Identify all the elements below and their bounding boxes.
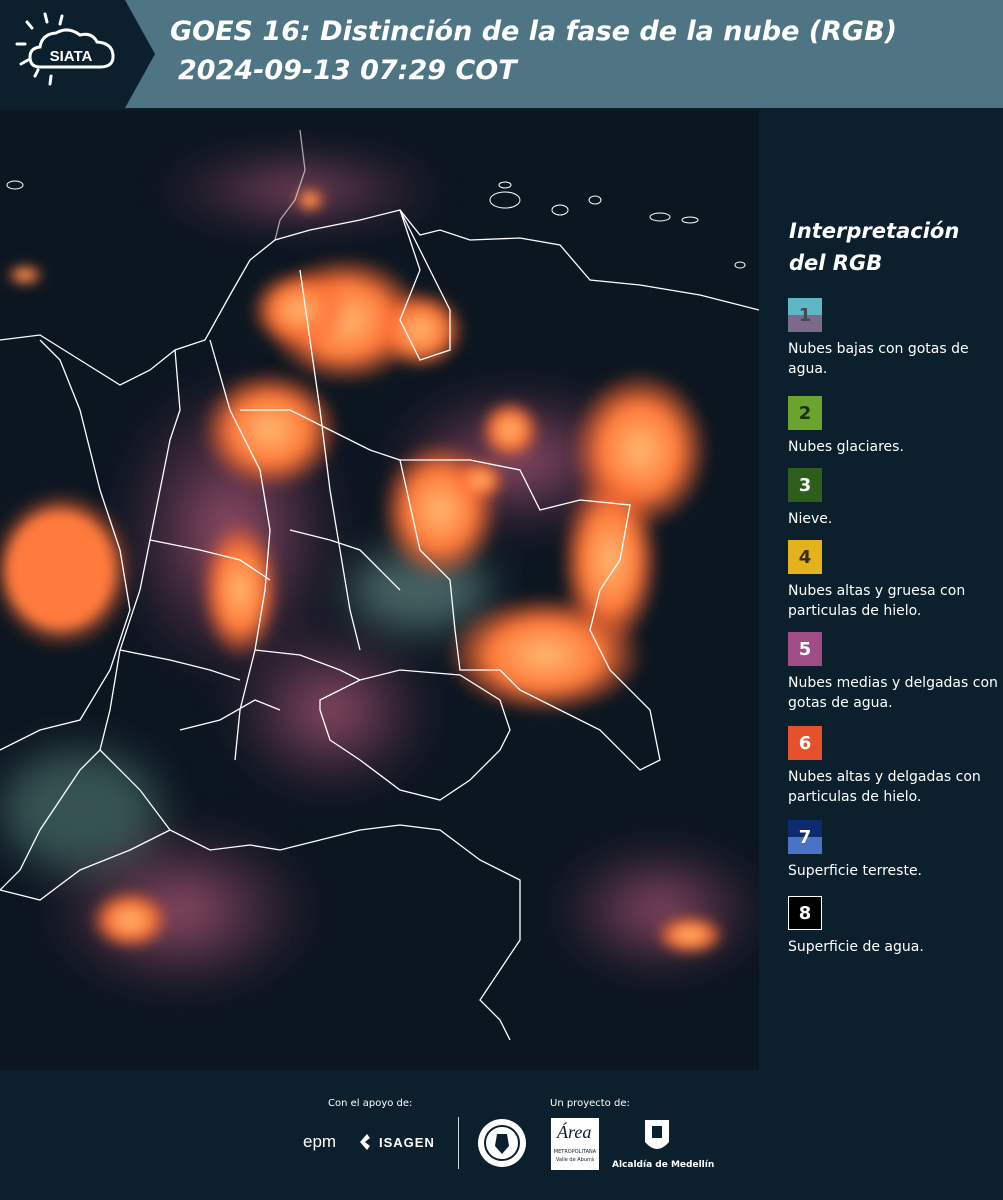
header-bar: SIATA GOES 16: Distinción de la fase de …: [0, 0, 1003, 108]
legend-swatch-4: 4: [788, 540, 822, 574]
legend-label-1: Nubes bajas con gotas de agua.: [788, 341, 969, 377]
legend-swatch-7: 7: [788, 820, 822, 854]
legend-number-6: 6: [798, 733, 812, 754]
seal-logo-icon: [478, 1119, 526, 1167]
legend-label-8: Superficie de agua.: [788, 939, 924, 955]
page-timestamp: 2024-09-13 07:29 COT: [178, 55, 517, 86]
siata-logo-text: SIATA: [50, 48, 93, 65]
alcaldia-shield-icon: [645, 1120, 669, 1149]
siata-logo-shape: SIATA: [0, 0, 155, 108]
rgb-cloud-map: [0, 110, 759, 1070]
legend-item-2: 2 Nubes glaciares.: [788, 396, 1003, 457]
area-metropolitana-logo: Área METROPOLITANA Valle de Aburrá: [551, 1118, 599, 1170]
satellite-map: [0, 110, 759, 1070]
legend-number-3: 3: [798, 475, 812, 496]
legend-label-4: Nubes altas y gruesa con particulas de h…: [788, 583, 966, 619]
epm-logo: epm: [303, 1132, 337, 1151]
legend-swatch-2: 2: [788, 396, 822, 430]
legend-item-7: 7 Superficie terreste.: [788, 820, 1003, 881]
support-label: Con el apoyo de:: [328, 1098, 413, 1109]
legend-panel: Interpretación del RGB 1 Nubes bajas con…: [760, 110, 1003, 1070]
area-logo-subtext2: Valle de Aburrá: [555, 1157, 595, 1163]
legend-swatch-3: 3: [788, 468, 822, 502]
legend-item-8: 8 Superficie de agua.: [788, 896, 1003, 957]
legend-swatch-5: 5: [788, 632, 822, 666]
siata-logo: SIATA: [0, 0, 155, 108]
legend-item-1: 1 Nubes bajas con gotas de agua.: [788, 298, 1003, 379]
page-title: GOES 16: Distinción de la fase de la nub…: [170, 16, 897, 47]
legend-item-3: 3 Nieve.: [788, 468, 1003, 529]
isagen-mark-icon: [360, 1134, 370, 1150]
footer: Con el apoyo de: Un proyecto de: epm ISA…: [0, 1072, 1003, 1200]
project-label: Un proyecto de:: [550, 1098, 630, 1109]
legend-label-3: Nieve.: [788, 511, 833, 527]
legend-number-4: 4: [798, 547, 812, 568]
legend-item-6: 6 Nubes altas y delgadas con particulas …: [788, 726, 1003, 807]
legend-swatch-6: 6: [788, 726, 822, 760]
legend-label-7: Superficie terreste.: [788, 863, 923, 879]
legend-swatch-1: 1: [788, 298, 822, 332]
legend-label-5: Nubes medias y delgadas con gotas de agu…: [788, 675, 998, 711]
legend-title: Interpretación del RGB: [789, 219, 960, 275]
legend-item-5: 5 Nubes medias y delgadas con gotas de a…: [788, 632, 1003, 713]
area-logo-text: Área: [557, 1122, 592, 1142]
alcaldia-label: Alcaldía de Medellín: [612, 1160, 715, 1170]
isagen-logo: ISAGEN: [379, 1135, 435, 1150]
legend-label-6: Nubes altas y delgadas con particulas de…: [788, 769, 981, 805]
legend-label-2: Nubes glaciares.: [788, 439, 904, 455]
legend-number-8: 8: [798, 903, 812, 924]
legend-number-2: 2: [798, 403, 812, 424]
legend-number-1: 1: [798, 305, 812, 326]
area-logo-subtext: METROPOLITANA: [553, 1149, 597, 1155]
legend-number-7: 7: [798, 827, 812, 848]
legend-swatch-8: 8: [788, 896, 822, 930]
legend-number-5: 5: [798, 639, 812, 660]
legend-item-4: 4 Nubes altas y gruesa con particulas de…: [788, 540, 1003, 621]
footer-divider: [458, 1117, 459, 1169]
